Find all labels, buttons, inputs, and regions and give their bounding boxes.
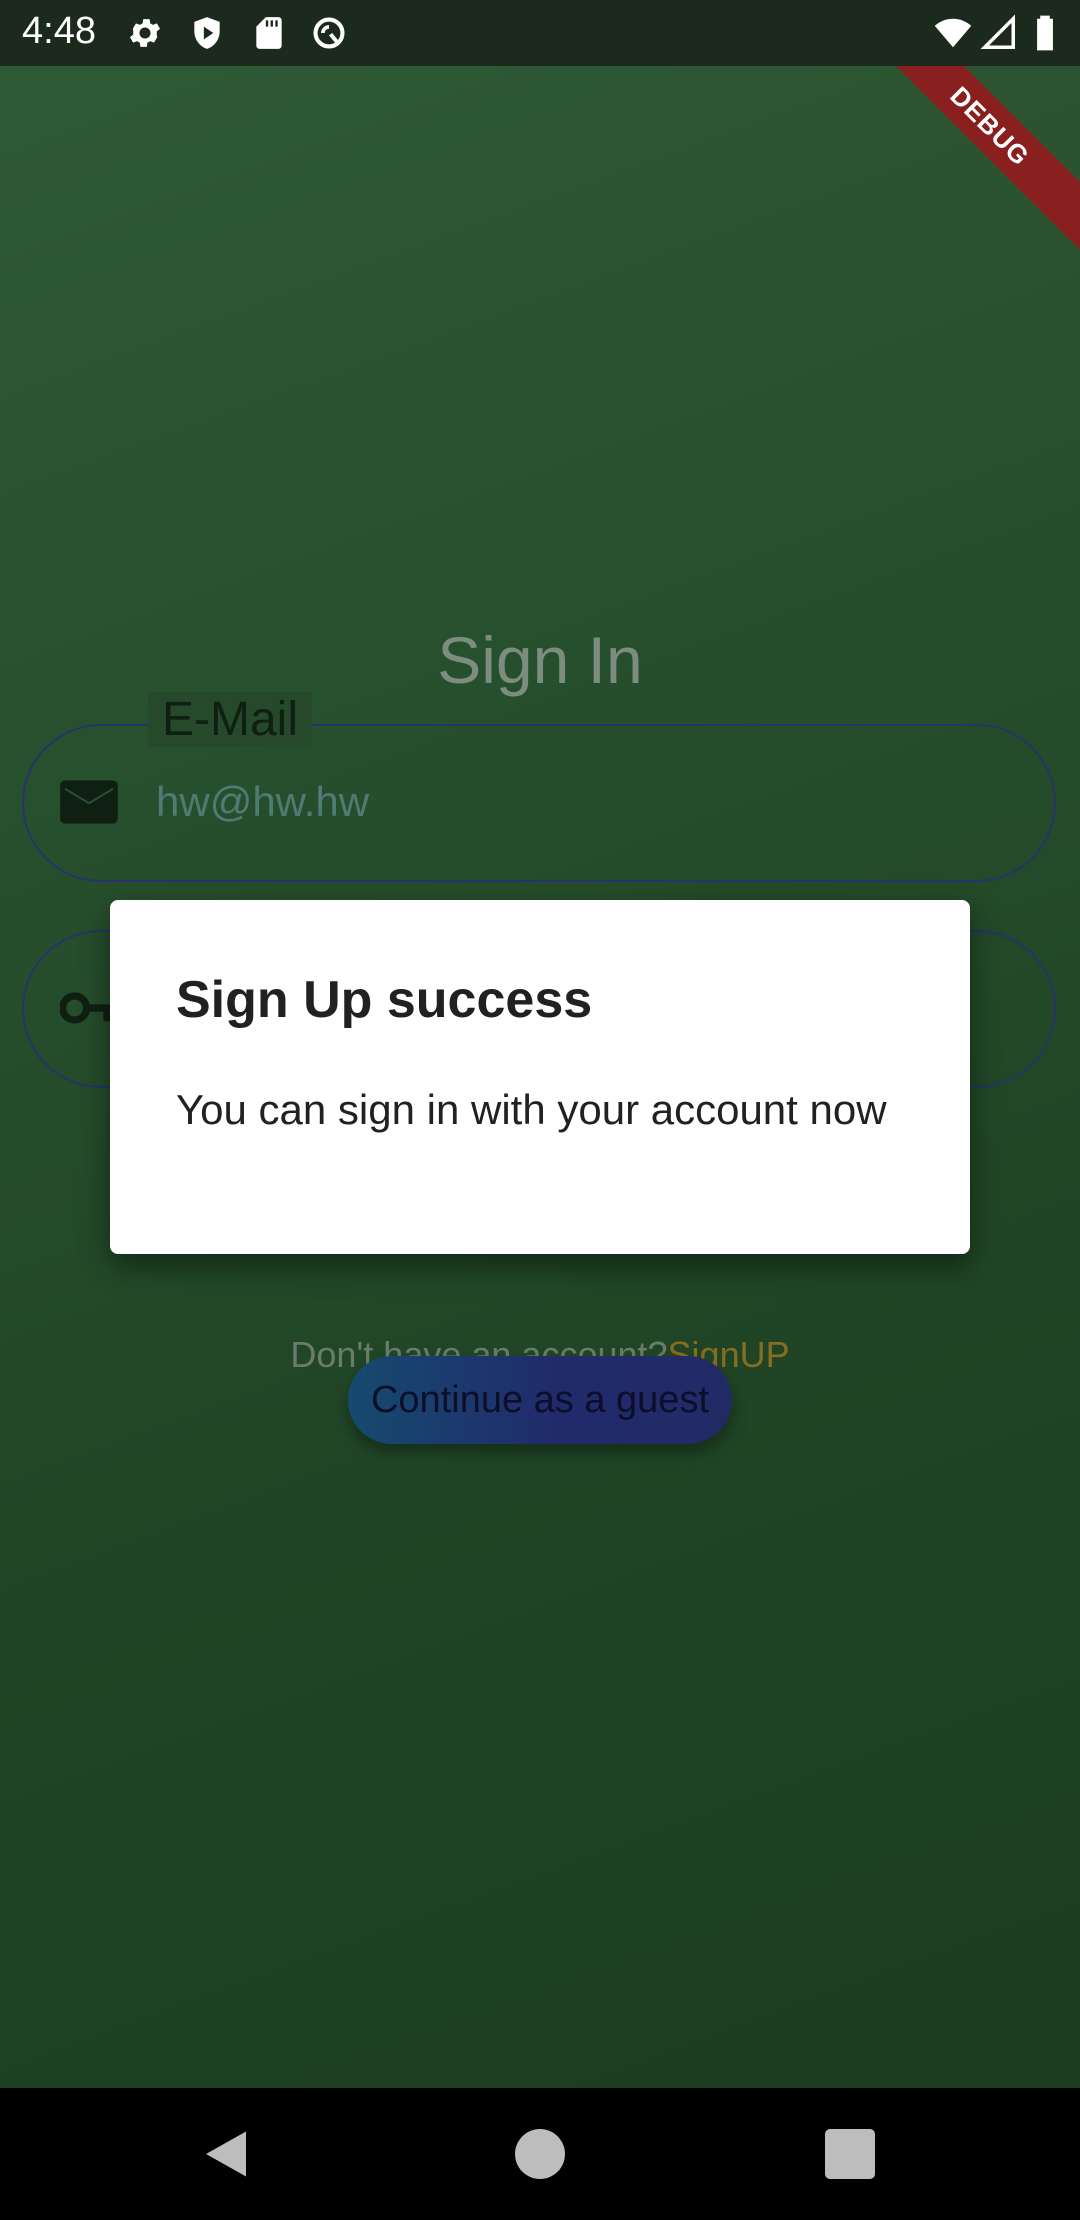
back-icon[interactable] [196,2124,256,2184]
debug-banner: DEBUG [866,66,1080,250]
home-icon[interactable] [510,2124,570,2184]
recents-icon[interactable] [820,2124,880,2184]
sync-icon [313,17,345,49]
email-field-value: hw@hw.hw [156,778,370,825]
sd-card-icon [256,17,282,49]
page-title: Sign In [437,623,643,697]
success-dialog[interactable]: Sign Up success You can sign in with you… [110,900,970,1254]
email-field-label: E-Mail [148,692,313,747]
dialog-message: You can sign in with your account now [176,1086,887,1133]
dialog-title: Sign Up success [176,971,593,1029]
navigation-bar [0,2088,1080,2220]
email-field[interactable]: E-Mail hw@hw.hw [22,692,1056,882]
status-bar: 4:48 [0,0,1080,66]
status-time: 4:48 [22,10,96,52]
signal-icon [980,14,1015,49]
shield-play-icon [194,17,220,49]
continue-as-guest-button[interactable]: Continue as a guest [348,1356,732,1444]
wifi-icon [934,18,972,48]
settings-icon [129,19,161,47]
battery-icon [1037,15,1053,51]
mail-icon [60,780,118,824]
